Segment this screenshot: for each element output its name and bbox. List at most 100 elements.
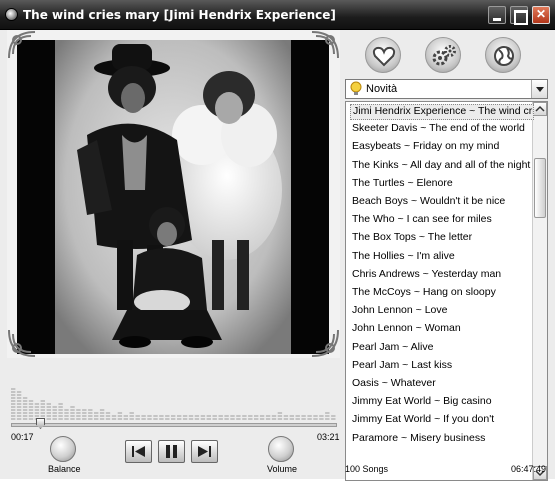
chevron-down-icon[interactable] <box>531 80 547 98</box>
close-button[interactable] <box>532 6 550 24</box>
spectrum-bar <box>82 418 87 420</box>
pause-button[interactable] <box>158 440 185 463</box>
spectrum-bar <box>111 418 117 420</box>
spectrum-bar <box>70 415 75 417</box>
spectrum-bar <box>159 418 164 420</box>
spectrum-bar <box>325 415 330 417</box>
spectrum-bar <box>212 415 217 417</box>
playlist-item[interactable]: The Kinks ~ All day and all of the night <box>350 159 534 175</box>
total-time: 03:21 <box>317 432 340 442</box>
playlist-item[interactable]: Pearl Jam ~ Alive <box>350 341 534 357</box>
playlist-item[interactable]: Easybeats ~ Friday on my mind <box>350 140 534 156</box>
spectrum-bar <box>16 418 22 420</box>
playlist-panel: Novità Jimi Hendrix Experience ~ The win… <box>343 30 555 481</box>
seek-bar[interactable] <box>11 423 337 427</box>
playlist-item[interactable]: Skeeter Davis ~ The end of the world <box>350 122 534 138</box>
playlist-item[interactable]: Paramore ~ Misery business <box>350 432 534 448</box>
web-button[interactable] <box>485 37 521 73</box>
playlist-duration: 06:47:49 <box>510 464 546 474</box>
spectrum-bar <box>224 415 229 417</box>
spectrum-bar <box>11 394 16 396</box>
spectrum-bar <box>230 418 235 420</box>
spectrum-bar <box>105 415 111 417</box>
playlist-item[interactable]: Pearl Jam ~ Last kiss <box>350 359 534 375</box>
settings-button[interactable] <box>425 37 461 73</box>
maximize-button[interactable] <box>510 6 528 25</box>
spectrum-bar <box>28 403 34 405</box>
next-button[interactable] <box>191 440 218 463</box>
spectrum-bar <box>40 409 45 411</box>
seek-handle[interactable] <box>36 418 45 429</box>
spectrum-bar <box>212 418 217 420</box>
spectrum-bar <box>28 409 34 411</box>
playlist-item[interactable]: Jimi Hendrix Experience ~ The wind cries… <box>350 104 534 120</box>
playlist-item[interactable]: Jimmy Eat World ~ If you don't <box>350 413 534 429</box>
spectrum-bar <box>182 418 188 420</box>
spectrum-bar <box>236 415 241 417</box>
spectrum-bar <box>218 418 223 420</box>
category-dropdown[interactable]: Novità <box>345 79 548 99</box>
balance-knob[interactable] <box>50 436 76 462</box>
spectrum-bar <box>46 406 51 408</box>
spectrum-bar <box>76 409 81 411</box>
playlist-item[interactable]: The Who ~ I can see for miles <box>350 213 534 229</box>
spectrum-bar <box>28 415 34 417</box>
gears-icon <box>432 45 456 66</box>
playlist-item[interactable]: John Lennon ~ Love <box>350 304 534 320</box>
spectrum-bar <box>34 409 40 411</box>
album-art-frame <box>7 30 340 358</box>
spectrum-bar <box>76 418 81 420</box>
spectrum-bar <box>283 418 289 420</box>
spectrum-bar <box>16 397 22 399</box>
previous-button[interactable] <box>125 440 152 463</box>
spectrum-bar <box>141 418 146 420</box>
balance-label: Balance <box>48 464 81 474</box>
spectrum-bar <box>153 418 158 420</box>
spectrum-bar <box>58 403 63 405</box>
spectrum-bar <box>16 412 22 414</box>
album-art <box>17 40 329 354</box>
ornament-corner-icon <box>311 31 339 59</box>
playlist[interactable]: Jimi Hendrix Experience ~ The wind cries… <box>345 101 548 481</box>
spectrum-bar <box>259 418 265 420</box>
playlist-item[interactable]: The Box Tops ~ The letter <box>350 231 534 247</box>
scroll-up-button[interactable] <box>533 102 547 116</box>
volume-knob[interactable] <box>268 436 294 462</box>
playlist-item[interactable]: Beach Boys ~ Wouldn't it be nice <box>350 195 534 211</box>
spectrum-bar <box>283 415 289 417</box>
favorites-button[interactable] <box>365 37 401 73</box>
app-icon[interactable] <box>5 8 18 21</box>
minimize-button[interactable] <box>488 6 506 24</box>
playlist-item[interactable]: John Lennon ~ Woman <box>350 322 534 338</box>
playlist-scrollbar[interactable] <box>532 102 547 480</box>
spectrum-bar <box>46 412 51 414</box>
playlist-item[interactable]: Chris Andrews ~ Yesterday man <box>350 268 534 284</box>
title-bar[interactable]: The wind cries mary [Jimi Hendrix Experi… <box>0 0 555 30</box>
spectrum-bar <box>28 406 34 408</box>
playlist-item[interactable]: Oasis ~ Whatever <box>350 377 534 393</box>
scroll-thumb[interactable] <box>534 158 546 218</box>
spectrum-bar <box>22 418 28 420</box>
spectrum-bar <box>188 415 194 417</box>
spectrum-bar <box>123 418 128 420</box>
status-bar: 100 Songs 06:47:49 <box>343 461 555 479</box>
spectrum-bar <box>22 412 28 414</box>
spectrum-bar <box>11 391 16 393</box>
spectrum-bar <box>64 412 69 414</box>
playlist-item[interactable]: Jimmy Eat World ~ Big casino <box>350 395 534 411</box>
bulb-icon <box>350 81 362 95</box>
spectrum-bar <box>99 415 105 417</box>
spectrum-bar <box>277 418 283 420</box>
spectrum-bar <box>58 415 63 417</box>
playlist-item[interactable]: The Hollies ~ I'm alive <box>350 250 534 266</box>
spectrum-bar <box>52 412 57 414</box>
spectrum-bar <box>230 415 235 417</box>
playlist-item[interactable]: The Turtles ~ Elenore <box>350 177 534 193</box>
spectrum-bar <box>242 415 247 417</box>
spectrum-bar <box>218 415 223 417</box>
spectrum-bar <box>135 418 140 420</box>
spectrum-bar <box>171 418 176 420</box>
song-count: 100 Songs <box>345 464 389 474</box>
playlist-item[interactable]: The McCoys ~ Hang on sloopy <box>350 286 534 302</box>
spectrum-bar <box>76 412 81 414</box>
